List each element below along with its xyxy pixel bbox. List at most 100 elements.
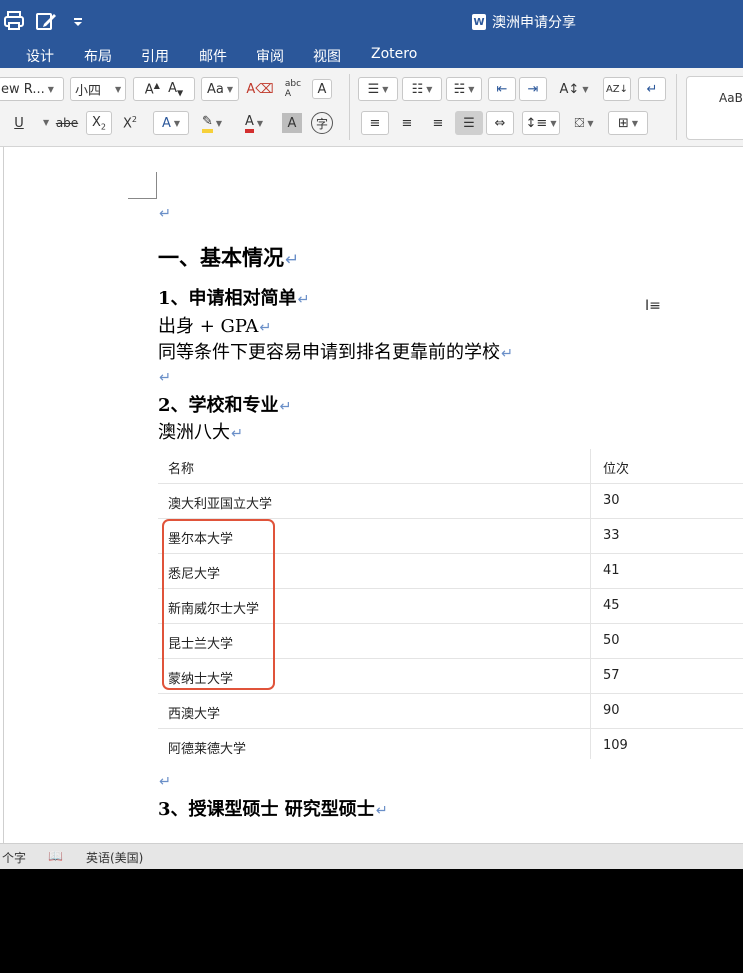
line-spacing-button[interactable]: ↕≡ ▼ xyxy=(522,111,560,135)
character-shading-button[interactable]: A xyxy=(282,113,302,133)
table-cell-name: 西澳大学 xyxy=(168,707,221,722)
table-cell-name: 澳大利亚国立大学 xyxy=(168,497,273,512)
superscript-button[interactable]: X2 xyxy=(118,111,142,135)
subscript-button[interactable]: X2 xyxy=(86,111,112,135)
text-direction-icon: A↕ xyxy=(559,81,580,97)
table-row[interactable]: 澳大利亚国立大学 30 xyxy=(158,484,743,519)
text-effects-button[interactable]: A ▼ xyxy=(153,111,189,135)
align-right-icon: ≡ xyxy=(432,115,444,131)
font-color-button[interactable]: A ▼ xyxy=(236,111,272,135)
section-2-line-1[interactable]: 澳洲八大↵ xyxy=(158,418,243,444)
customize-toolbar-icon[interactable] xyxy=(66,9,90,33)
tab-view[interactable]: 视图 xyxy=(313,46,341,66)
clear-formatting-button[interactable]: A⌫ xyxy=(246,77,274,101)
chevron-down-icon: ▼ xyxy=(582,84,589,94)
empty-paragraph[interactable]: ↵ xyxy=(158,770,171,791)
change-case-button[interactable]: Aa ▼ xyxy=(201,77,239,101)
align-right-button[interactable]: ≡ xyxy=(424,111,452,135)
shading-button[interactable]: ⛋ ▼ xyxy=(566,111,602,135)
font-size-select[interactable]: 小四 ▼ xyxy=(70,77,126,101)
grow-shrink-font-group: A▲ A▼ xyxy=(133,77,195,101)
chevron-down-icon: ▼ xyxy=(426,84,433,94)
underline-button[interactable]: U xyxy=(10,111,28,135)
text-cursor-icon: I≡ xyxy=(645,298,661,314)
borders-icon: ⊞ xyxy=(617,115,629,131)
multilevel-list-button[interactable]: ☵ ▼ xyxy=(446,77,482,101)
distributed-button[interactable]: ⇔ xyxy=(486,111,514,135)
eraser-icon: A⌫ xyxy=(246,81,274,97)
table-header-rank: 位次 xyxy=(603,462,630,477)
paragraph-mark: ↵ xyxy=(297,292,310,308)
borders-button[interactable]: ⊞ ▼ xyxy=(608,111,648,135)
section-title-text: 3、授课型硕士 研究型硕士 xyxy=(158,799,375,820)
change-case-icon: Aa xyxy=(206,81,224,97)
align-left-icon: ≡ xyxy=(369,115,381,131)
styles-gallery[interactable]: AaBl xyxy=(686,76,743,140)
highlight-button[interactable]: ✎ ▼ xyxy=(194,111,230,135)
paragraph-mark: ↵ xyxy=(159,206,172,222)
grow-font-icon[interactable]: A▲ xyxy=(145,81,160,97)
text-direction-button[interactable]: A↕ ▼ xyxy=(556,77,592,101)
proofing-icon[interactable]: 📖 xyxy=(48,849,63,863)
strikethrough-button[interactable]: abe xyxy=(52,111,82,135)
increase-indent-button[interactable]: ⇥ xyxy=(519,77,547,101)
paragraph-mark: ↵ xyxy=(159,370,172,386)
align-center-button[interactable]: ≡ xyxy=(393,111,421,135)
section-2-title[interactable]: 2、学校和专业↵ xyxy=(158,391,292,417)
word-count[interactable]: 个字 xyxy=(2,849,26,866)
ribbon-toolbar: ew R... ▼ 小四 ▼ A▲ A▼ Aa ▼ A⌫ abc A A ☰ ▼ ☷ ▼ ☵… xyxy=(0,68,743,147)
tab-review[interactable]: 审阅 xyxy=(256,46,284,66)
table-row[interactable]: 西澳大学 90 xyxy=(158,694,743,729)
table-cell-rank: 57 xyxy=(603,668,620,683)
body-text: 澳洲八大 xyxy=(158,422,230,443)
decrease-indent-button[interactable]: ⇤ xyxy=(488,77,516,101)
tab-layout[interactable]: 布局 xyxy=(84,46,112,66)
section-1-title[interactable]: 1、申请相对简单↵ xyxy=(158,284,310,310)
styles-preview-text: AaBl xyxy=(719,91,743,105)
shrink-font-icon[interactable]: A▼ xyxy=(168,81,183,98)
paragraph-mark: ↵ xyxy=(501,346,514,362)
tab-mailings[interactable]: 邮件 xyxy=(199,46,227,66)
table-cell-rank: 33 xyxy=(603,528,620,543)
text-effects-icon: A xyxy=(161,115,171,131)
character-border-button[interactable]: A xyxy=(312,79,332,99)
font-name-value: ew R... xyxy=(1,81,45,97)
ribbon-tabs: 设计 布局 引用 邮件 审阅 视图 Zotero xyxy=(0,42,743,68)
justify-icon: ☰ xyxy=(463,115,475,131)
empty-paragraph[interactable]: ↵ xyxy=(158,366,171,387)
section-title-text: 2、学校和专业 xyxy=(158,395,279,416)
document-title-text: 澳洲申请分享 xyxy=(492,15,576,31)
chevron-down-icon: ▼ xyxy=(256,118,264,128)
tab-zotero[interactable]: Zotero xyxy=(371,46,417,62)
multilevel-list-icon: ☵ xyxy=(453,81,466,97)
section-3-title[interactable]: 3、授课型硕士 研究型硕士↵ xyxy=(158,795,388,821)
section-1-line-2[interactable]: 同等条件下更容易申请到排名更靠前的学校↵ xyxy=(158,338,513,364)
enclose-characters-icon: 字 xyxy=(315,116,328,131)
enclose-characters-button[interactable]: 字 xyxy=(311,112,333,134)
bullets-button[interactable]: ☰ ▼ xyxy=(358,77,398,101)
empty-paragraph[interactable]: ↵ xyxy=(158,202,171,223)
justify-button[interactable]: ☰ xyxy=(455,111,483,135)
heading-basic-info[interactable]: 一、基本情况↵ xyxy=(158,242,299,272)
phonetic-guide-button[interactable]: abc A xyxy=(280,77,306,101)
print-icon[interactable] xyxy=(2,9,26,33)
language-indicator[interactable]: 英语(美国) xyxy=(86,849,143,866)
bullet-list-icon: ☰ xyxy=(367,81,380,97)
edit-document-icon[interactable] xyxy=(34,9,58,33)
sort-button[interactable]: AZ↓ xyxy=(603,77,631,101)
table-row[interactable]: 阿德莱德大学 109 xyxy=(158,729,743,763)
tab-references[interactable]: 引用 xyxy=(141,46,169,66)
table-cell-rank: 50 xyxy=(603,633,620,648)
show-marks-button[interactable]: ↵ xyxy=(638,77,666,101)
font-name-select[interactable]: ew R... ▼ xyxy=(0,77,64,101)
paint-bucket-icon: ⛋ xyxy=(574,115,585,131)
table-column-divider xyxy=(590,449,591,759)
tab-design[interactable]: 设计 xyxy=(26,46,54,66)
word-icon: W xyxy=(472,14,486,30)
align-left-button[interactable]: ≡ xyxy=(361,111,389,135)
numbering-button[interactable]: ☷ ▼ xyxy=(402,77,442,101)
section-1-line-1[interactable]: 出身 + GPA↵ xyxy=(158,312,271,338)
paragraph-mark: ↵ xyxy=(375,803,388,819)
chevron-down-icon[interactable]: ▼ xyxy=(43,118,49,127)
document-canvas[interactable]: ↵ 一、基本情况↵ 1、申请相对简单↵ 出身 + GPA↵ 同等条件下更容易申请… xyxy=(0,147,743,843)
